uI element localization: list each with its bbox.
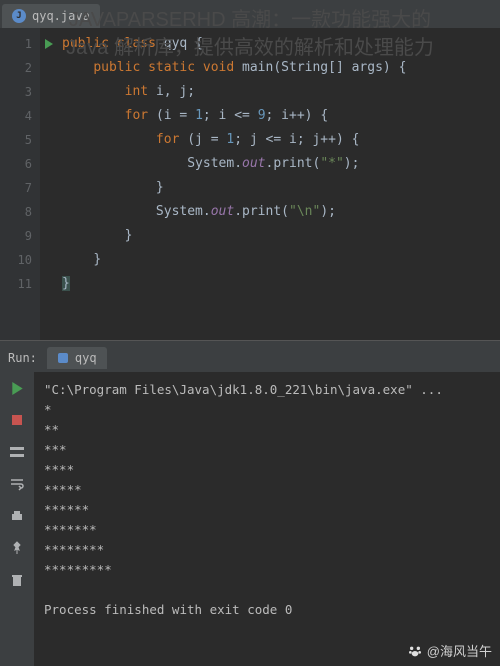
console-output[interactable]: "C:\Program Files\Java\jdk1.8.0_221\bin\…	[34, 372, 500, 666]
code-editor-pane: J qyq.java 1234567891011 public class qy…	[0, 0, 500, 340]
watermark-text: @海风当午	[427, 641, 492, 660]
run-label: Run:	[8, 351, 37, 365]
line-number: 2	[0, 56, 32, 80]
stdout-line: ***	[44, 440, 490, 460]
run-gutter	[40, 28, 58, 340]
layout-icon[interactable]	[7, 442, 27, 462]
run-config-icon	[57, 352, 69, 364]
file-tab-label: qyq.java	[32, 9, 90, 23]
line-number: 1	[0, 32, 32, 56]
run-line-icon[interactable]	[40, 32, 58, 56]
code-line: }	[62, 224, 500, 248]
line-number: 10	[0, 248, 32, 272]
line-number: 6	[0, 152, 32, 176]
editor-tab-bar: J qyq.java	[0, 0, 500, 28]
stdout-line: *********	[44, 560, 490, 580]
run-console-pane: Run: qyq	[0, 344, 500, 666]
code-line: System.out.print("*");	[62, 152, 500, 176]
stdout-line: *****	[44, 480, 490, 500]
line-number: 4	[0, 104, 32, 128]
code-area: 1234567891011 public class qyq { public …	[0, 28, 500, 340]
stdout-line: ********	[44, 540, 490, 560]
java-file-icon: J	[12, 9, 26, 23]
code-line: }	[62, 176, 500, 200]
file-tab-qyq[interactable]: J qyq.java	[2, 4, 100, 28]
delete-icon[interactable]	[7, 570, 27, 590]
line-number: 9	[0, 224, 32, 248]
run-header: Run: qyq	[0, 344, 500, 372]
run-body: "C:\Program Files\Java\jdk1.8.0_221\bin\…	[0, 372, 500, 666]
pin-icon[interactable]	[7, 538, 27, 558]
line-number: 8	[0, 200, 32, 224]
code-line: public class qyq {	[62, 32, 500, 56]
code-line: System.out.print("\n");	[62, 200, 500, 224]
code-line: int i, j;	[62, 80, 500, 104]
run-toolbar	[0, 372, 34, 666]
code-text-area[interactable]: public class qyq { public static void ma…	[58, 28, 500, 340]
soft-wrap-icon[interactable]	[7, 474, 27, 494]
code-line: for (j = 1; j <= i; j++) {	[62, 128, 500, 152]
code-line: }	[62, 272, 500, 296]
line-number: 7	[0, 176, 32, 200]
paw-icon	[407, 643, 423, 659]
line-number: 11	[0, 272, 32, 296]
line-number: 3	[0, 80, 32, 104]
line-number-gutter: 1234567891011	[0, 28, 40, 340]
stdout-line: *******	[44, 520, 490, 540]
stdout-line: *	[44, 400, 490, 420]
code-line: }	[62, 248, 500, 272]
rerun-icon[interactable]	[7, 378, 27, 398]
code-line: public static void main(String[] args) {	[62, 56, 500, 80]
stdout-line: ******	[44, 500, 490, 520]
watermark: @海风当午	[407, 641, 492, 660]
console-stdout: ****************************************…	[44, 400, 490, 580]
console-command: "C:\Program Files\Java\jdk1.8.0_221\bin\…	[44, 380, 490, 400]
print-icon[interactable]	[7, 506, 27, 526]
run-tab-qyq[interactable]: qyq	[47, 347, 107, 369]
console-exit-line: Process finished with exit code 0	[44, 600, 490, 620]
line-number: 5	[0, 128, 32, 152]
stop-icon[interactable]	[7, 410, 27, 430]
code-line: for (i = 1; i <= 9; i++) {	[62, 104, 500, 128]
run-tab-label: qyq	[75, 351, 97, 365]
stdout-line: **	[44, 420, 490, 440]
stdout-line: ****	[44, 460, 490, 480]
